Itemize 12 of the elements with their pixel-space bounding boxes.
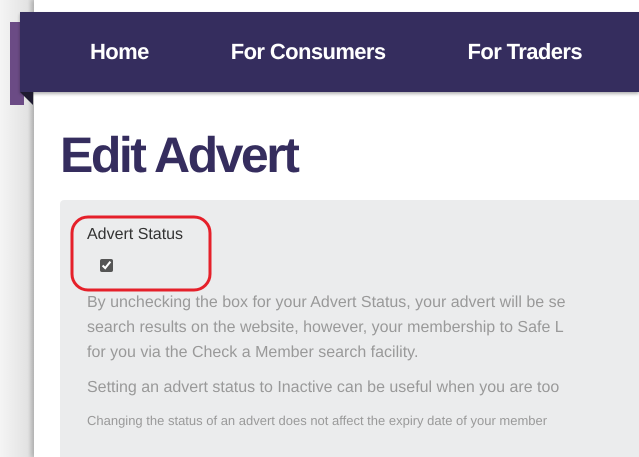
help-text: By unchecking the box for your Advert Status, your advert will be se [87,293,566,313]
help-text: for you via the Check a Member search facility. [87,343,418,363]
note-text: Changing the status of an advert does not affect the expiry date of your member [87,412,548,430]
help-text: Setting an advert status to Inactive can be useful when you are too [87,378,560,398]
page-title: Edit Advert [60,128,298,182]
nav-link[interactable]: For Consumers [230,39,386,65]
help-text: search results on the website, however, your membership to Safe L [87,318,564,338]
nav-link[interactable]: Home [90,39,149,65]
status-checkbox[interactable] [100,259,113,272]
ribbon-fold [20,92,33,105]
field-label: Advert Status [87,226,184,244]
nav-link[interactable]: For Traders [468,39,582,65]
